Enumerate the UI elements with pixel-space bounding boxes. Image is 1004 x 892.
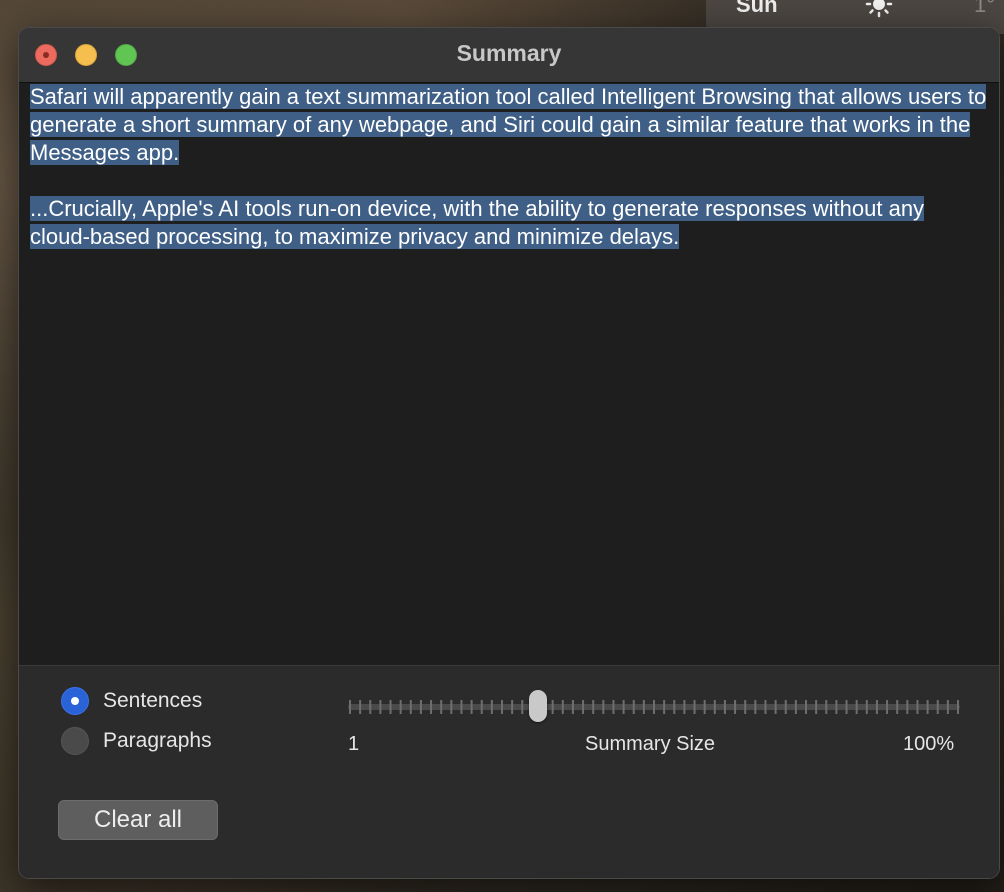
- radio-button-unselected[interactable]: [61, 727, 89, 755]
- slider-ticks: [349, 700, 959, 714]
- radio-paragraphs[interactable]: Paragraphs: [61, 726, 212, 756]
- slider-knob[interactable]: [528, 690, 547, 722]
- weather-day: Sun: [736, 0, 778, 17]
- selected-text: Safari will apparently gain a text summa…: [30, 84, 987, 165]
- radio-sentences[interactable]: Sentences: [61, 686, 202, 716]
- summary-window: Summary Safari will apparently gain a te…: [18, 27, 1000, 879]
- summary-text-area[interactable]: Safari will apparently gain a text summa…: [19, 83, 999, 665]
- slider-min-label: 1: [348, 733, 360, 755]
- summary-size-slider[interactable]: [348, 684, 960, 724]
- summary-paragraph-1: Safari will apparently gain a text summa…: [30, 83, 987, 167]
- radio-button-selected[interactable]: [61, 687, 89, 715]
- radio-label-paragraphs: Paragraphs: [103, 729, 212, 752]
- title-bar[interactable]: Summary: [19, 28, 999, 83]
- slider-title: Summary Size: [585, 733, 716, 755]
- summary-controls: Sentences Paragraphs 1 Summary Size 100%…: [19, 665, 999, 878]
- slider-max-label: 100%: [903, 733, 955, 755]
- weather-temperature: 1°: [974, 0, 996, 17]
- selected-text: ...Crucially, Apple's AI tools run-on de…: [30, 196, 925, 249]
- clear-all-button[interactable]: Clear all: [58, 800, 218, 840]
- window-title: Summary: [456, 40, 562, 66]
- radio-label-sentences: Sentences: [103, 689, 203, 712]
- summary-paragraph-2: ...Crucially, Apple's AI tools run-on de…: [30, 195, 987, 251]
- sun-icon: [864, 0, 894, 18]
